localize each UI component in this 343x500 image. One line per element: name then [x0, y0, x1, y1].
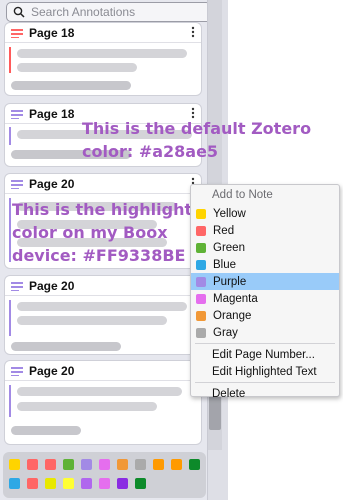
zotero-annotations-window: Search Annotations Page 18 Page 18 Page …	[0, 0, 343, 500]
annotation-page-label: Page 18	[29, 106, 75, 121]
highlight-icon	[11, 179, 23, 189]
menu-item-label: Red	[213, 224, 235, 237]
menu-item-add-to-note[interactable]: Add to Note	[191, 185, 339, 205]
color-swatch-icon	[196, 208, 206, 219]
menu-item-edit-page-number[interactable]: Edit Page Number...	[191, 346, 339, 363]
menu-item-label: Orange	[213, 309, 252, 322]
palette-swatch[interactable]	[117, 478, 128, 489]
palette-swatch[interactable]	[99, 478, 110, 489]
redacted-comment	[11, 426, 81, 435]
palette-swatch[interactable]	[81, 459, 92, 470]
annotation-page-label: Page 18	[29, 25, 75, 40]
menu-item-label: Green	[213, 241, 245, 254]
color-swatch-icon	[196, 293, 206, 304]
menu-item-label: Blue	[213, 258, 237, 271]
highlight-icon	[11, 366, 23, 376]
annotation-card-header: Page 18	[5, 23, 201, 42]
menu-item-label: Magenta	[213, 292, 258, 305]
menu-color-list: Yellow Red Green Blue Purple Magenta Orange Gra…	[191, 205, 339, 341]
color-swatch-icon	[196, 327, 206, 338]
menu-item-color-gray[interactable]: Gray	[191, 324, 339, 341]
highlight-color-bar	[9, 47, 11, 73]
highlight-color-bar	[9, 198, 11, 262]
redacted-text	[17, 387, 182, 396]
menu-separator	[195, 343, 335, 344]
annotation-page-label: Page 20	[29, 176, 75, 191]
highlight-icon	[11, 281, 23, 291]
menu-separator	[195, 382, 335, 383]
search-input[interactable]: Search Annotations	[6, 2, 207, 22]
menu-item-color-purple[interactable]: Purple	[191, 273, 339, 290]
palette-swatch[interactable]	[81, 478, 92, 489]
boox-color-note-line: color on my Boox	[12, 223, 168, 242]
palette-swatch[interactable]	[9, 459, 20, 470]
annotation-card[interactable]: Page 20	[4, 360, 202, 445]
default-color-note-line: This is the default Zotero	[82, 119, 312, 138]
menu-item-label: Purple	[213, 275, 247, 288]
highlight-color-bar	[9, 385, 11, 417]
palette-swatch[interactable]	[99, 459, 110, 470]
menu-item-color-yellow[interactable]: Yellow	[191, 205, 339, 222]
annotation-card-body	[5, 295, 201, 354]
annotation-card-body	[5, 380, 201, 444]
redacted-comment	[11, 342, 121, 351]
search-icon	[13, 6, 25, 18]
palette-swatch[interactable]	[27, 459, 38, 470]
annotation-card-header: Page 20	[5, 174, 201, 193]
annotation-page-label: Page 20	[29, 278, 75, 293]
color-swatch-icon	[196, 242, 206, 253]
annotation-card-header: Page 20	[5, 276, 201, 295]
redacted-text	[17, 402, 157, 411]
highlight-icon	[11, 28, 23, 38]
default-color-note: This is the default Zotero color: #a28ae…	[82, 117, 311, 163]
palette-swatch[interactable]	[153, 459, 164, 470]
palette-swatch[interactable]	[135, 459, 146, 470]
palette-swatch[interactable]	[135, 478, 146, 489]
menu-item-color-blue[interactable]: Blue	[191, 256, 339, 273]
annotation-card-body	[5, 42, 201, 95]
color-swatch-icon	[196, 310, 206, 321]
annotation-context-menu: Add to Note Yellow Red Green Blue Purple Mage…	[190, 184, 340, 400]
palette-swatch[interactable]	[117, 459, 128, 470]
palette-swatch[interactable]	[45, 459, 56, 470]
palette-swatch[interactable]	[27, 478, 38, 489]
menu-item-color-orange[interactable]: Orange	[191, 307, 339, 324]
highlight-icon	[11, 109, 23, 119]
redacted-text	[17, 49, 187, 58]
default-color-note-line: color: #a28ae5	[82, 142, 219, 161]
menu-item-label: Yellow	[213, 207, 246, 220]
menu-item-edit-highlighted-text[interactable]: Edit Highlighted Text	[191, 363, 339, 380]
annotation-card-header: Page 20	[5, 361, 201, 380]
annotation-card[interactable]: Page 20	[4, 275, 202, 355]
redacted-text	[17, 316, 167, 325]
more-options-icon[interactable]	[191, 26, 195, 38]
menu-item-color-green[interactable]: Green	[191, 239, 339, 256]
annotation-page-label: Page 20	[29, 363, 75, 378]
highlight-color-bar	[9, 300, 11, 336]
palette-swatch[interactable]	[171, 459, 182, 470]
palette-swatch[interactable]	[9, 478, 20, 489]
color-swatch-icon	[196, 276, 206, 287]
color-swatch-icon	[196, 259, 206, 270]
palette-swatch[interactable]	[63, 459, 74, 470]
menu-item-delete[interactable]: Delete	[191, 385, 339, 402]
redacted-text	[17, 302, 187, 311]
menu-item-color-red[interactable]: Red	[191, 222, 339, 239]
palette-swatch[interactable]	[45, 478, 56, 489]
redacted-text	[17, 63, 137, 72]
highlight-color-bar	[9, 127, 11, 145]
boox-color-note-line: This is the highlight	[12, 200, 193, 219]
color-palette	[3, 452, 206, 498]
palette-swatch[interactable]	[189, 459, 200, 470]
boox-color-note: This is the highlight color on my Boox d…	[12, 198, 192, 267]
redacted-comment	[11, 81, 131, 90]
palette-swatch[interactable]	[63, 478, 74, 489]
menu-item-color-magenta[interactable]: Magenta	[191, 290, 339, 307]
boox-color-note-line: device: #FF9338BE	[12, 246, 186, 265]
menu-item-label: Gray	[213, 326, 238, 339]
search-placeholder: Search Annotations	[31, 5, 136, 19]
annotation-card[interactable]: Page 18	[4, 22, 202, 96]
color-swatch-icon	[196, 225, 206, 236]
